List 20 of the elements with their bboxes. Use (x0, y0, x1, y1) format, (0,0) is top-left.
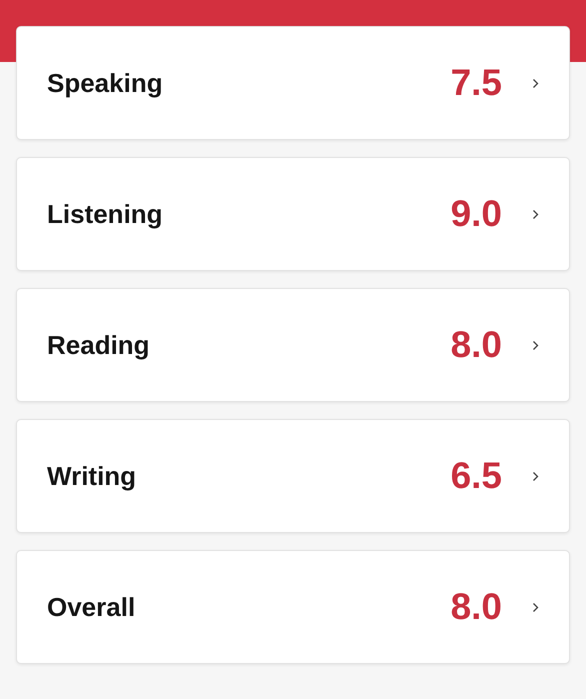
section-label: Reading (47, 330, 151, 360)
section-label: Overall (47, 592, 136, 622)
score-card[interactable]: Overall 8.0 (16, 550, 570, 664)
band-score: 6.5 (450, 455, 502, 497)
chevron-icon (532, 470, 539, 482)
score-card[interactable]: Listening 9.0 (16, 157, 570, 271)
score-card[interactable]: Reading 8.0 (16, 288, 570, 402)
chevron-icon (532, 208, 539, 220)
section-label: Speaking (47, 68, 164, 98)
score-card[interactable]: Speaking 7.5 (16, 26, 570, 140)
band-score: 8.0 (450, 324, 502, 366)
chevron-icon (532, 78, 539, 88)
chevron-icon (532, 340, 539, 350)
band-score: 8.0 (450, 586, 502, 628)
band-score: 9.0 (450, 193, 502, 235)
band-score: 7.5 (450, 62, 502, 104)
score-card[interactable]: Writing 6.5 (16, 419, 570, 533)
chevron-icon (532, 602, 539, 612)
section-label: Listening (47, 198, 164, 230)
section-label: Writing (47, 460, 138, 492)
